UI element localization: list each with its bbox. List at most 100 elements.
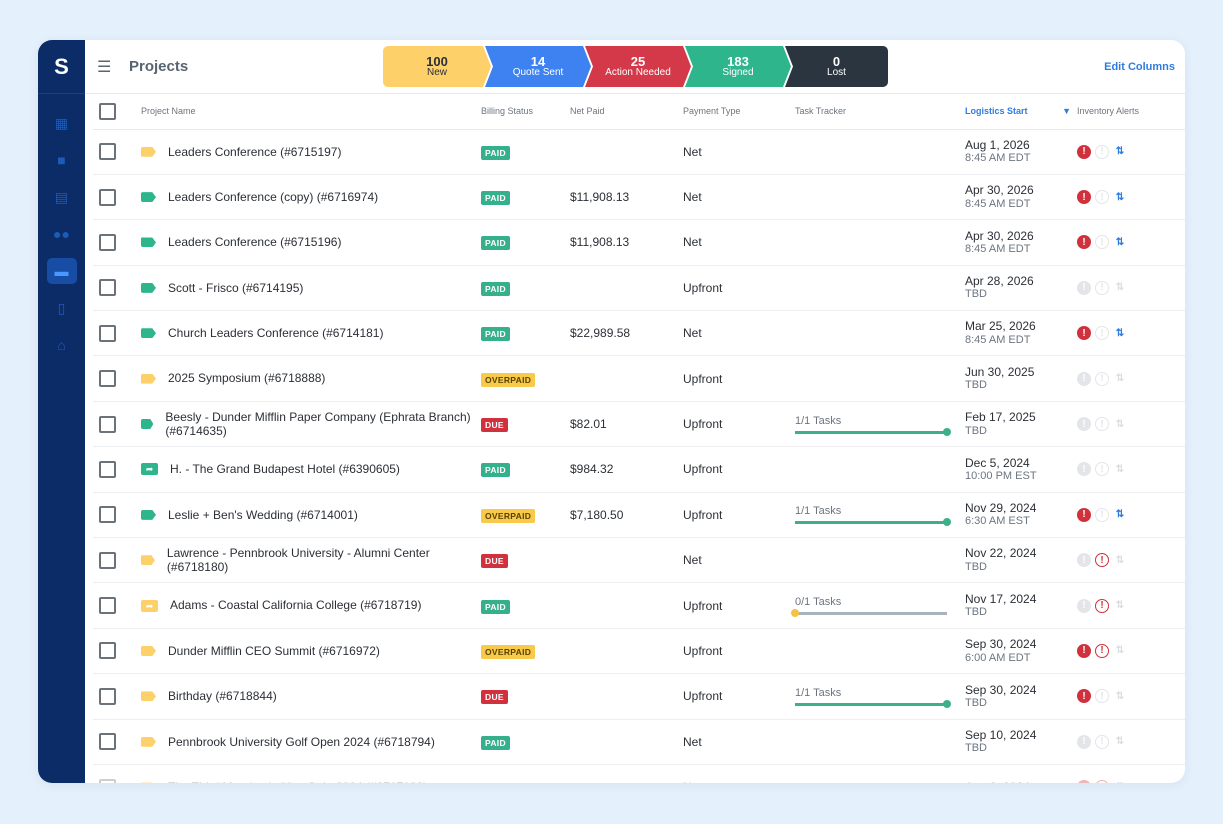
alert-outline-icon[interactable]: ! (1095, 553, 1109, 568)
alert-filled-icon[interactable]: ! (1077, 144, 1091, 159)
edit-columns-link[interactable]: Edit Columns (1104, 61, 1175, 73)
row-checkbox[interactable] (99, 506, 116, 524)
sync-icon[interactable]: ⇅ (1113, 462, 1127, 476)
people-icon[interactable]: ●● (47, 221, 77, 247)
project-name[interactable]: Leaders Conference (#6715196) (168, 235, 341, 249)
sync-icon[interactable]: ⇅ (1113, 689, 1127, 703)
project-name[interactable]: Dunder Mifflin CEO Summit (#6716972) (168, 644, 380, 658)
document-icon[interactable]: ▯ (47, 295, 77, 321)
task-tracker[interactable]: 0/1 Tasks (791, 596, 965, 618)
project-name[interactable]: Lawrence - Pennbrook University - Alumni… (167, 546, 471, 575)
alert-filled-icon[interactable]: ! (1077, 235, 1091, 250)
alert-outline-icon[interactable]: ! (1095, 235, 1109, 250)
sync-icon[interactable]: ⇅ (1113, 735, 1127, 749)
col-project-name[interactable]: Project Name (141, 94, 481, 130)
sync-icon[interactable]: ⇅ (1113, 780, 1127, 783)
alert-outline-icon[interactable]: ! (1095, 462, 1109, 477)
row-checkbox[interactable] (99, 642, 116, 660)
row-checkbox[interactable] (99, 233, 116, 251)
table-row[interactable]: Lawrence - Pennbrook University - Alumni… (93, 537, 1185, 584)
col-payment-type[interactable]: Payment Type (683, 94, 795, 130)
sort-desc-icon[interactable]: ▼ (1062, 106, 1071, 116)
table-row[interactable]: Dunder Mifflin CEO Summit (#6716972) OVE… (93, 628, 1185, 675)
project-name[interactable]: Leaders Conference (#6715197) (168, 145, 341, 159)
row-checkbox[interactable] (99, 687, 116, 705)
sync-icon[interactable]: ⇅ (1113, 553, 1127, 567)
alert-filled-icon[interactable]: ! (1077, 689, 1091, 704)
alert-outline-icon[interactable]: ! (1095, 417, 1109, 432)
sync-icon[interactable]: ⇅ (1113, 235, 1127, 249)
col-net-paid[interactable]: Net Paid (570, 94, 683, 130)
table-row[interactable]: ➦ H. - The Grand Budapest Hotel (#6390605… (93, 446, 1185, 493)
sync-icon[interactable]: ⇅ (1113, 644, 1127, 658)
tag-icon[interactable]: ■ (47, 147, 77, 173)
stage-quote-sent[interactable]: 14 Quote Sent (485, 46, 591, 87)
row-checkbox[interactable] (99, 324, 116, 342)
sync-icon[interactable]: ⇅ (1113, 326, 1127, 340)
alert-outline-icon[interactable]: ! (1095, 280, 1109, 295)
sync-icon[interactable]: ⇅ (1113, 417, 1127, 431)
alert-outline-icon[interactable]: ! (1095, 780, 1109, 783)
alert-outline-icon[interactable]: ! (1095, 643, 1109, 658)
project-name[interactable]: 2025 Symposium (#6718888) (168, 371, 325, 385)
project-name[interactable]: Beesly - Dunder Mifflin Paper Company (E… (165, 410, 471, 439)
alert-outline-icon[interactable]: ! (1095, 326, 1109, 341)
project-name[interactable]: Birthday (#6718844) (168, 689, 277, 703)
alert-filled-icon[interactable]: ! (1077, 507, 1091, 522)
table-row[interactable]: Leaders Conference (copy) (#6716974) PAI… (93, 174, 1185, 221)
col-billing-status[interactable]: Billing Status (481, 94, 570, 130)
project-name[interactable]: Leslie + Ben's Wedding (#6714001) (168, 508, 358, 522)
col-inventory-alerts[interactable]: Inventory Alerts (1077, 94, 1185, 130)
row-checkbox[interactable] (99, 279, 116, 297)
alert-filled-icon[interactable]: ! (1077, 643, 1091, 658)
table-row[interactable]: Leaders Conference (#6715197) PAID Net A… (93, 129, 1185, 175)
project-name[interactable]: The Third Monday in May Gala 2024 (#6717… (168, 780, 427, 783)
row-checkbox[interactable] (99, 370, 116, 388)
col-logistics-start[interactable]: Logistics Start ▼ (965, 94, 1077, 130)
project-name[interactable]: Pennbrook University Golf Open 2024 (#67… (168, 735, 435, 749)
alert-outline-icon[interactable]: ! (1095, 371, 1109, 386)
row-checkbox[interactable] (99, 733, 116, 751)
project-name[interactable]: Adams - Coastal California College (#671… (170, 598, 421, 612)
select-all-checkbox[interactable] (99, 102, 116, 120)
row-checkbox[interactable] (99, 460, 116, 478)
project-name[interactable]: Scott - Frisco (#6714195) (168, 281, 303, 295)
sync-icon[interactable]: ⇅ (1113, 190, 1127, 204)
project-name[interactable]: Leaders Conference (copy) (#6716974) (168, 190, 378, 204)
sync-icon[interactable]: ⇅ (1113, 145, 1127, 159)
row-checkbox[interactable] (99, 551, 116, 569)
row-checkbox[interactable] (99, 143, 116, 161)
alert-filled-icon[interactable]: ! (1077, 417, 1091, 432)
sofa-icon[interactable]: ▬ (46, 258, 77, 284)
alert-filled-icon[interactable]: ! (1077, 598, 1091, 613)
alert-outline-icon[interactable]: ! (1095, 144, 1109, 159)
table-row[interactable]: Beesly - Dunder Mifflin Paper Company (E… (93, 401, 1185, 448)
alert-outline-icon[interactable]: ! (1095, 190, 1109, 205)
col-task-tracker[interactable]: Task Tracker (795, 94, 965, 130)
task-tracker[interactable]: 1/1 Tasks (795, 415, 965, 436)
table-row[interactable]: ➦ Adams - Coastal California College (#67… (93, 582, 1185, 629)
bank-icon[interactable]: ⌂ (47, 332, 77, 358)
alert-filled-icon[interactable]: ! (1077, 462, 1091, 477)
stage-new[interactable]: 100 New (383, 46, 491, 87)
alert-outline-icon[interactable]: ! (1095, 598, 1109, 613)
alert-filled-icon[interactable]: ! (1077, 326, 1091, 341)
table-row[interactable]: Leaders Conference (#6715196) PAID $11,9… (93, 219, 1185, 266)
alert-filled-icon[interactable]: ! (1077, 734, 1091, 749)
alert-filled-icon[interactable]: ! (1077, 780, 1091, 783)
alert-outline-icon[interactable]: ! (1095, 689, 1109, 704)
table-row[interactable]: Scott - Frisco (#6714195) PAID Upfront A… (93, 265, 1185, 312)
row-checkbox[interactable] (99, 778, 116, 783)
sync-icon[interactable]: ⇅ (1113, 508, 1127, 522)
stage-lost[interactable]: 0 Lost (785, 46, 888, 87)
row-checkbox[interactable] (99, 415, 116, 433)
alert-outline-icon[interactable]: ! (1095, 734, 1109, 749)
dashboard-icon[interactable]: ▦ (47, 110, 77, 136)
chat-icon[interactable]: ▤ (47, 184, 77, 210)
alert-outline-icon[interactable]: ! (1095, 507, 1109, 522)
alert-filled-icon[interactable]: ! (1077, 190, 1091, 205)
sync-icon[interactable]: ⇅ (1113, 599, 1127, 613)
alert-filled-icon[interactable]: ! (1077, 553, 1091, 568)
stage-signed[interactable]: 183 Signed (685, 46, 791, 87)
table-row[interactable]: The Third Monday in May Gala 2024 (#6717… (93, 764, 1185, 783)
